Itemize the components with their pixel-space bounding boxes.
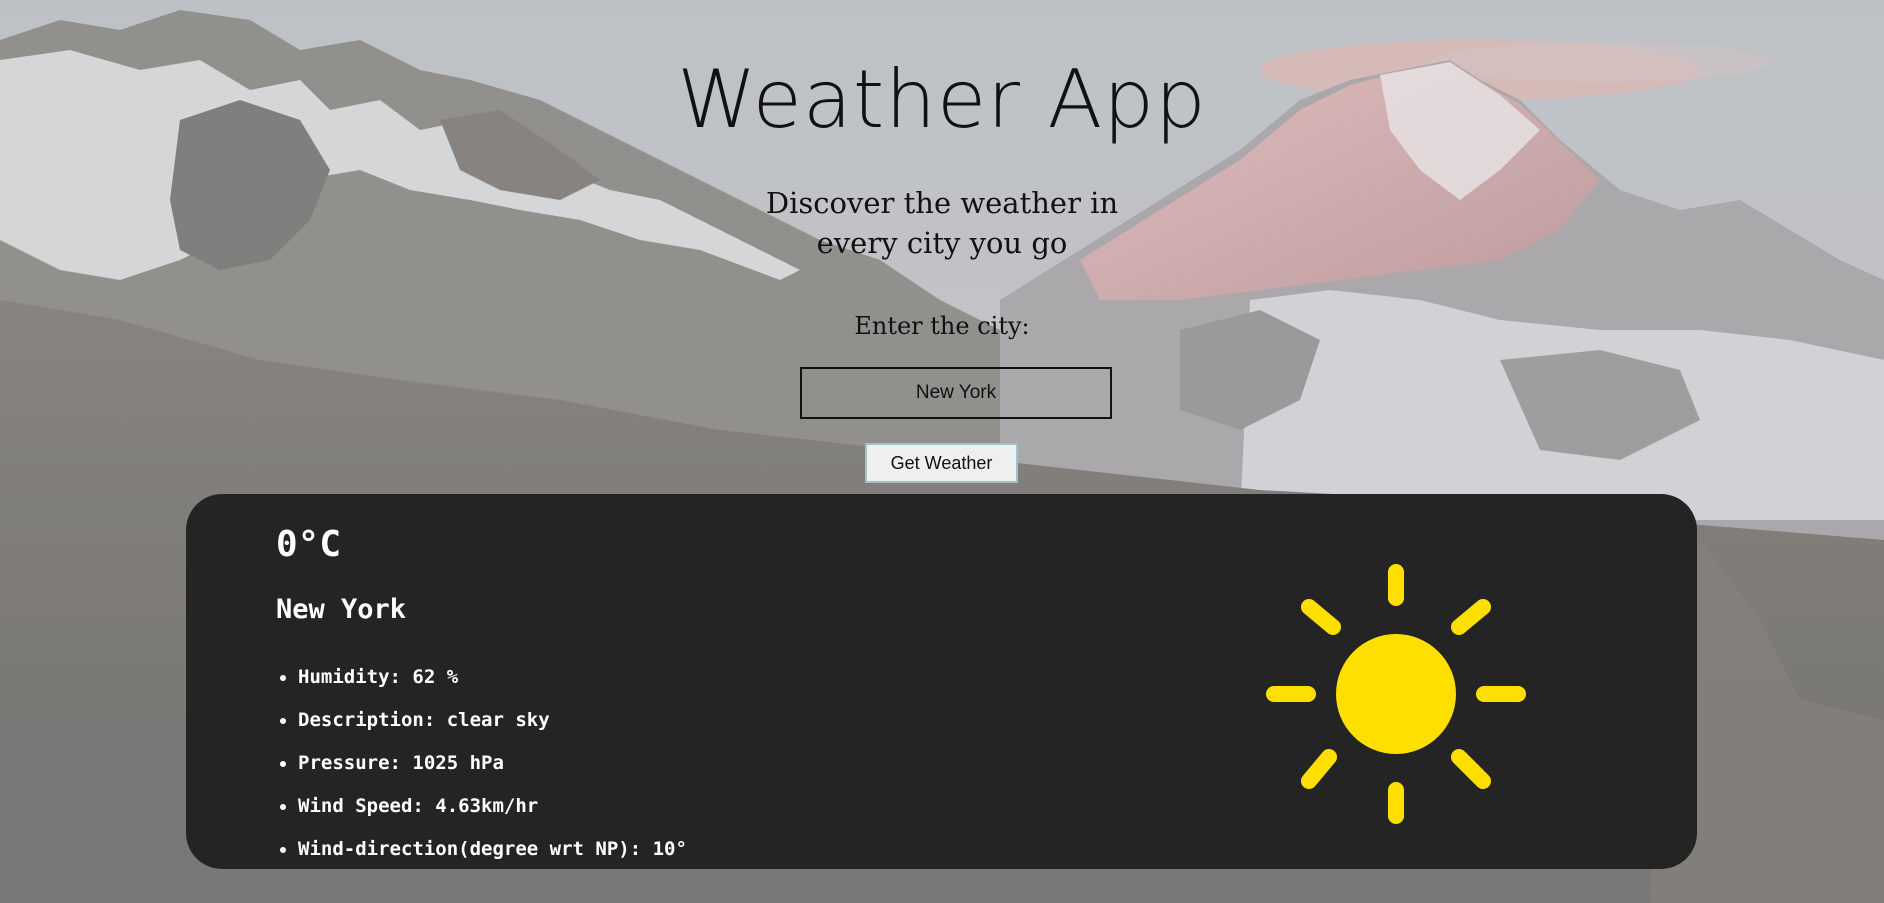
sun-icon (1266, 564, 1526, 824)
temperature-value: 0°C (276, 524, 342, 565)
city-input-label: Enter the city: (854, 312, 1030, 340)
page-content: Weather App Discover the weather in ever… (0, 0, 1884, 903)
page-title: Weather App (677, 53, 1207, 146)
weather-details-list: Humidity: 62 % Description: clear sky Pr… (276, 656, 687, 871)
city-input[interactable] (800, 367, 1112, 419)
detail-pressure: Pressure: 1025 hPa (298, 742, 687, 785)
city-name: New York (276, 594, 407, 625)
detail-description: Description: clear sky (298, 699, 687, 742)
subtitle-line-1: Discover the weather in (765, 186, 1119, 220)
page-subtitle: Discover the weather in every city you g… (742, 183, 1142, 263)
subtitle-line-2: every city you go (816, 226, 1068, 260)
get-weather-button[interactable]: Get Weather (865, 443, 1018, 483)
detail-wind-speed: Wind Speed: 4.63km/hr (298, 785, 687, 828)
weather-result-card: 0°C New York Humidity: 62 % Description:… (186, 494, 1697, 869)
detail-humidity: Humidity: 62 % (298, 656, 687, 699)
detail-wind-direction: Wind-direction(degree wrt NP): 10° (298, 828, 687, 871)
